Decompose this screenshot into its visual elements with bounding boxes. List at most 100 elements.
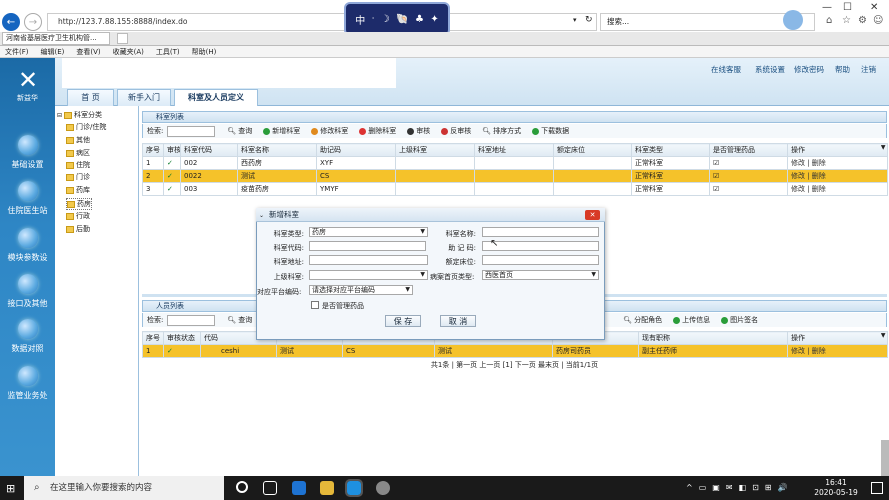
add-dept-button[interactable]: 新增科室: [263, 126, 300, 136]
menu-tools[interactable]: 工具(T): [156, 46, 180, 57]
dept-search-input[interactable]: [167, 125, 216, 137]
delete-dept-button[interactable]: 删除科室: [359, 126, 396, 136]
pager[interactable]: 共1条 | 第一页 上一页 [1] 下一页 最末页 | 当前1/1页: [142, 360, 887, 370]
tree-item-logistics[interactable]: 后勤: [66, 224, 90, 234]
tab-beginner[interactable]: 新手入门: [117, 89, 171, 106]
cortana-icon[interactable]: [236, 481, 248, 493]
mnemonic-input[interactable]: [482, 241, 599, 251]
link-help[interactable]: 帮助: [835, 64, 850, 75]
row-actions[interactable]: 修改 | 删除: [787, 344, 888, 358]
sidebar-item-basic-settings[interactable]: 基础设置: [0, 135, 55, 170]
tree-item-admin[interactable]: 行政: [66, 211, 90, 221]
taskbar-search-input[interactable]: 在这里输入你要搜索的内容: [24, 476, 224, 500]
browser-tab[interactable]: 河南省基层医疗卫生机构管...: [2, 32, 110, 45]
upload-info-button[interactable]: 上传信息: [673, 315, 710, 325]
link-logout[interactable]: 注销: [861, 64, 876, 75]
address-input[interactable]: [309, 255, 428, 265]
tree-root[interactable]: ⊟ 科室分类: [57, 110, 102, 120]
menu-edit[interactable]: 编辑(E): [41, 46, 65, 57]
download-button[interactable]: 下载数据: [532, 126, 569, 136]
image-signature-button[interactable]: 图片签名: [721, 315, 758, 325]
maximize-icon[interactable]: ☐: [843, 2, 852, 13]
link-online-service[interactable]: 在线客服: [711, 64, 741, 75]
save-button[interactable]: 保 存: [385, 315, 421, 327]
ime-punct-icon[interactable]: ᐧ: [372, 14, 375, 25]
sidebar-item-supervision[interactable]: 监管业务处: [0, 366, 55, 401]
close-window-icon[interactable]: ✕: [870, 2, 878, 13]
manage-drugs-checkbox[interactable]: ☑: [709, 182, 788, 196]
favorites-star-icon[interactable]: ☆: [842, 15, 851, 26]
link-system-settings[interactable]: 系统设置: [755, 64, 785, 75]
tree-item-inpatient[interactable]: 住院: [66, 160, 90, 170]
home-icon[interactable]: ⌂: [826, 15, 832, 26]
row-actions[interactable]: 修改 | 删除: [787, 169, 888, 183]
audit-button[interactable]: 审核: [407, 126, 430, 136]
staff-search-input[interactable]: [167, 314, 216, 326]
tree-item-outpatient[interactable]: 门诊: [66, 172, 90, 182]
ie-icon[interactable]: [345, 479, 363, 497]
address-bar[interactable]: http://123.7.88.155:8888/index.do: [47, 13, 597, 31]
assign-role-button[interactable]: 🔍︎ 分配角色: [623, 315, 662, 325]
row-actions[interactable]: 修改 | 删除: [787, 156, 888, 170]
tree-item-pharmacy[interactable]: 药房: [66, 198, 92, 210]
table-row[interactable]: 1 ✓ ceshi 测试 CS 测试 药房司药员 副主任药师 修改 | 删除: [142, 344, 888, 358]
notification-icon[interactable]: [871, 482, 883, 494]
manage-drugs-checkbox[interactable]: ☑: [709, 156, 788, 170]
file-explorer-icon[interactable]: [320, 481, 334, 495]
sidebar-item-interface[interactable]: 接口及其他: [0, 274, 55, 309]
menu-favorites[interactable]: 收藏夹(A): [113, 46, 144, 57]
task-view-icon[interactable]: [263, 481, 277, 495]
beds-input[interactable]: [482, 255, 599, 265]
table-row[interactable]: 1 ✓ 002 西药房 XYF 正常科室 ☑ 修改 | 删除: [142, 156, 888, 170]
dept-type-select[interactable]: 药房: [309, 227, 428, 237]
tree-item-outpatient-inpatient[interactable]: 门诊/住院: [66, 122, 106, 132]
manage-drugs-checkbox[interactable]: [311, 301, 319, 309]
sidebar-item-module-params[interactable]: 模块参数设: [0, 228, 55, 263]
table-row[interactable]: 2 ✓ 0022 测试 CS 正常科室 ☑ 修改 | 删除: [142, 169, 888, 183]
edge-icon[interactable]: [292, 481, 306, 495]
menu-view[interactable]: 查看(V): [76, 46, 100, 57]
ime-moon-icon[interactable]: ☽: [381, 14, 390, 25]
row-actions[interactable]: 修改 | 删除: [787, 182, 888, 196]
ime-clover-icon[interactable]: ♣: [415, 14, 424, 25]
tab-dept-staff[interactable]: 科室及人员定义: [174, 89, 258, 106]
system-tray-icons[interactable]: ^▭▣✉◧⊡⊞🔊: [686, 483, 793, 492]
parent-dept-select[interactable]: [309, 270, 428, 280]
ime-toolbar[interactable]: 中 ᐧ ☽ 🐚 ♣ ✦: [344, 2, 450, 36]
dept-query-button[interactable]: 🔍︎ 查询: [227, 126, 252, 136]
dialog-close-button[interactable]: ✕: [585, 210, 600, 220]
app-icon[interactable]: [376, 481, 390, 495]
sidebar-item-inpatient-doctor[interactable]: 住院医生站: [0, 181, 55, 216]
address-dropdown-icon[interactable]: ▾: [573, 16, 577, 24]
windows-start-icon[interactable]: ⊞: [6, 482, 15, 495]
ime-skin-icon[interactable]: 🐚: [396, 14, 408, 25]
platform-code-select[interactable]: 请选择对应平台编码: [309, 285, 413, 295]
manage-drugs-checkbox[interactable]: ☑: [709, 169, 788, 183]
dialog-collapse-icon[interactable]: ⌄: [259, 212, 264, 219]
tree-item-ward[interactable]: 病区: [66, 148, 90, 158]
tree-item-drug-store[interactable]: 药库: [66, 185, 90, 195]
dept-name-input[interactable]: [482, 227, 599, 237]
sidebar-item-data-mapping[interactable]: 数据对照: [0, 319, 55, 354]
tree-collapse-icon[interactable]: ⊟: [57, 112, 62, 119]
homepage-type-select[interactable]: 西医首页: [482, 270, 599, 280]
dept-code-input[interactable]: [309, 241, 426, 251]
page-scrollbar[interactable]: [881, 440, 889, 476]
tree-item-other[interactable]: 其他: [66, 135, 90, 145]
cancel-button[interactable]: 取 消: [440, 315, 476, 327]
refresh-icon[interactable]: ↻: [585, 15, 593, 25]
ime-star-icon[interactable]: ✦: [430, 14, 438, 25]
menu-help[interactable]: 帮助(H): [192, 46, 217, 57]
ime-chinese-icon[interactable]: 中: [355, 12, 365, 27]
tab-home[interactable]: 首 页: [67, 89, 114, 106]
edit-dept-button[interactable]: 修改科室: [311, 126, 348, 136]
link-change-password[interactable]: 修改密码: [794, 64, 824, 75]
back-icon[interactable]: ←: [2, 13, 20, 31]
feedback-smiley-icon[interactable]: ☺: [873, 15, 883, 26]
menu-file[interactable]: 文件(F): [5, 46, 29, 57]
unaudit-button[interactable]: 反审核: [441, 126, 471, 136]
forward-icon[interactable]: →: [24, 13, 42, 31]
profile-avatar[interactable]: [783, 10, 803, 30]
taskbar-clock[interactable]: 16:41 2020-05-19: [806, 478, 866, 498]
new-tab-button[interactable]: [117, 33, 128, 44]
